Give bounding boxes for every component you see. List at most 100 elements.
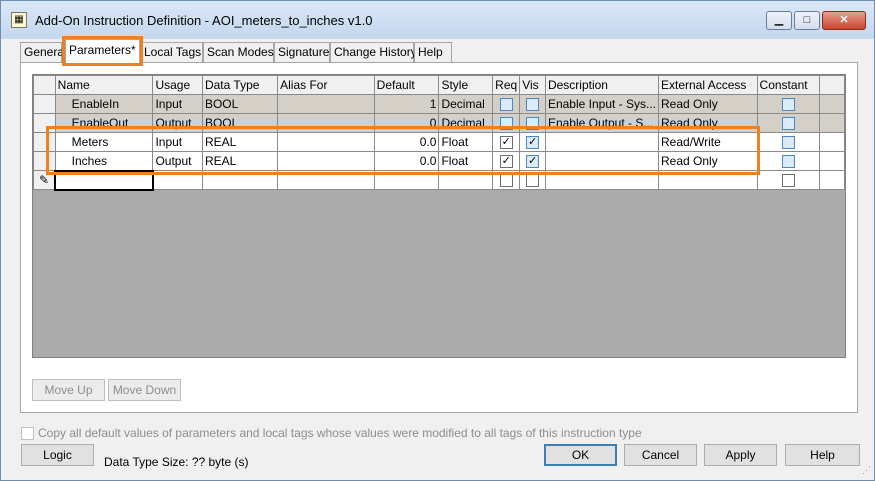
column-header-usage[interactable]: Usage <box>152 75 203 95</box>
vis-checkbox[interactable] <box>526 98 540 112</box>
move-up-button[interactable]: Move Up <box>32 379 105 401</box>
filler-cell <box>819 94 845 114</box>
column-header-constant[interactable]: Constant <box>756 75 821 95</box>
param-description[interactable] <box>544 151 660 171</box>
constant-checkbox[interactable] <box>781 117 795 131</box>
apply-button[interactable]: Apply <box>704 444 777 466</box>
param-name[interactable]: EnableOut <box>54 113 154 133</box>
param-default[interactable]: 0 <box>373 113 440 133</box>
tab-local-tags[interactable]: Local Tags <box>140 42 203 62</box>
vis-checkbox[interactable] <box>526 117 540 131</box>
new-vis-checkbox[interactable] <box>526 174 540 188</box>
tab-help[interactable]: Help <box>414 42 452 62</box>
param-default[interactable]: 0.0 <box>373 151 440 171</box>
vis-checkbox[interactable]: ✓ <box>526 136 540 150</box>
param-data-type[interactable]: REAL <box>201 151 279 171</box>
param-alias[interactable] <box>277 113 375 133</box>
param-usage[interactable]: Input <box>152 132 203 152</box>
tab-general[interactable]: Genera <box>20 42 64 62</box>
new-param-name-input[interactable] <box>54 169 154 191</box>
ok-button[interactable]: OK <box>544 444 617 466</box>
param-name[interactable]: EnableIn <box>54 94 154 114</box>
param-name[interactable]: Meters <box>54 132 154 152</box>
tab-scan-modes[interactable]: Scan Modes <box>203 42 274 62</box>
column-header-style[interactable]: Style <box>438 75 494 95</box>
param-alias[interactable] <box>277 151 375 171</box>
constant-checkbox[interactable] <box>781 136 795 150</box>
column-header-vis[interactable]: Vis <box>519 75 546 95</box>
constant-checkbox[interactable] <box>781 98 795 112</box>
req-checkbox[interactable] <box>499 117 513 131</box>
copy-defaults-checkbox[interactable] <box>21 427 34 441</box>
param-external-access[interactable]: Read Only <box>658 151 758 171</box>
tab-parameters[interactable]: Parameters* <box>65 39 140 63</box>
row-selector[interactable] <box>33 94 56 114</box>
param-description[interactable]: Enable Output - S... <box>544 113 660 133</box>
new-req-cell <box>492 170 521 190</box>
maximize-button[interactable]: □ <box>794 11 820 30</box>
resize-grip-icon[interactable]: ⋰ <box>862 465 871 476</box>
new-row[interactable]: ✎ <box>33 169 845 191</box>
param-style[interactable]: Decimal <box>438 113 494 133</box>
param-alias[interactable] <box>277 132 375 152</box>
param-style[interactable]: Float <box>438 132 494 152</box>
param-default[interactable]: 0.0 <box>373 132 440 152</box>
column-header-req[interactable]: Req <box>492 75 521 95</box>
new-req-checkbox[interactable] <box>499 174 513 188</box>
req-checkbox[interactable]: ✓ <box>499 155 513 169</box>
column-header-external-access[interactable]: External Access <box>658 75 758 95</box>
column-header-alias-for[interactable]: Alias For <box>277 75 375 95</box>
row-selector[interactable] <box>33 113 56 133</box>
constant-checkbox[interactable] <box>781 155 795 169</box>
column-header-default[interactable]: Default <box>373 75 440 95</box>
param-usage[interactable]: Output <box>152 151 203 171</box>
new-param-default[interactable] <box>373 170 440 190</box>
param-data-type[interactable]: BOOL <box>201 113 279 133</box>
req-checkbox[interactable] <box>499 98 513 112</box>
param-alias[interactable] <box>277 94 375 114</box>
logic-button[interactable]: Logic <box>21 444 94 466</box>
req-checkbox[interactable]: ✓ <box>499 136 513 150</box>
new-param-style[interactable] <box>438 170 494 190</box>
new-constant-checkbox[interactable] <box>781 174 795 188</box>
param-usage[interactable]: Input <box>152 94 203 114</box>
column-header-description[interactable]: Description <box>544 75 660 95</box>
table-row[interactable]: Meters Input REAL 0.0 Float ✓ ✓ Read/Wri… <box>33 132 845 152</box>
minimize-button[interactable]: ▁ <box>766 11 792 30</box>
param-data-type[interactable]: BOOL <box>201 94 279 114</box>
move-down-button[interactable]: Move Down <box>108 379 181 401</box>
param-name[interactable]: Inches <box>54 151 154 171</box>
param-default[interactable]: 1 <box>373 94 440 114</box>
row-selector[interactable] <box>33 151 56 171</box>
tab-signature[interactable]: Signature <box>274 42 330 62</box>
param-style[interactable]: Float <box>438 151 494 171</box>
table-row[interactable]: EnableOut Output BOOL 0 Decimal Enable O… <box>33 113 845 133</box>
param-external-access[interactable]: Read Only <box>658 113 758 133</box>
close-button[interactable]: ✕ <box>822 11 866 30</box>
new-param-external-access[interactable] <box>658 170 758 190</box>
new-param-alias[interactable] <box>277 170 375 190</box>
vis-checkbox[interactable]: ✓ <box>526 155 540 169</box>
param-description[interactable]: Enable Input - Sys... <box>544 94 660 114</box>
param-external-access[interactable]: Read/Write <box>658 132 758 152</box>
new-param-description[interactable] <box>544 170 660 190</box>
table-row[interactable]: EnableIn Input BOOL 1 Decimal Enable Inp… <box>33 94 845 114</box>
row-selector[interactable] <box>33 132 56 152</box>
req-cell <box>492 113 521 133</box>
column-header-data-type[interactable]: Data Type <box>201 75 279 95</box>
copy-defaults-option[interactable]: Copy all default values of parameters an… <box>21 426 642 441</box>
param-external-access[interactable]: Read Only <box>658 94 758 114</box>
param-description[interactable] <box>544 132 660 152</box>
param-style[interactable]: Decimal <box>438 94 494 114</box>
new-param-usage[interactable] <box>152 170 203 190</box>
param-usage[interactable]: Output <box>152 113 203 133</box>
table-row[interactable]: Inches Output REAL 0.0 Float ✓ ✓ Read On… <box>33 151 845 171</box>
help-button[interactable]: Help <box>785 444 860 466</box>
cancel-button[interactable]: Cancel <box>624 444 697 466</box>
title-bar[interactable]: ▦ Add-On Instruction Definition - AOI_me… <box>1 1 874 39</box>
param-data-type[interactable]: REAL <box>201 132 279 152</box>
tab-change-history[interactable]: Change History <box>330 42 417 62</box>
column-header-name[interactable]: Name <box>54 75 154 95</box>
new-param-data-type[interactable] <box>201 170 279 190</box>
constant-cell <box>756 94 821 114</box>
